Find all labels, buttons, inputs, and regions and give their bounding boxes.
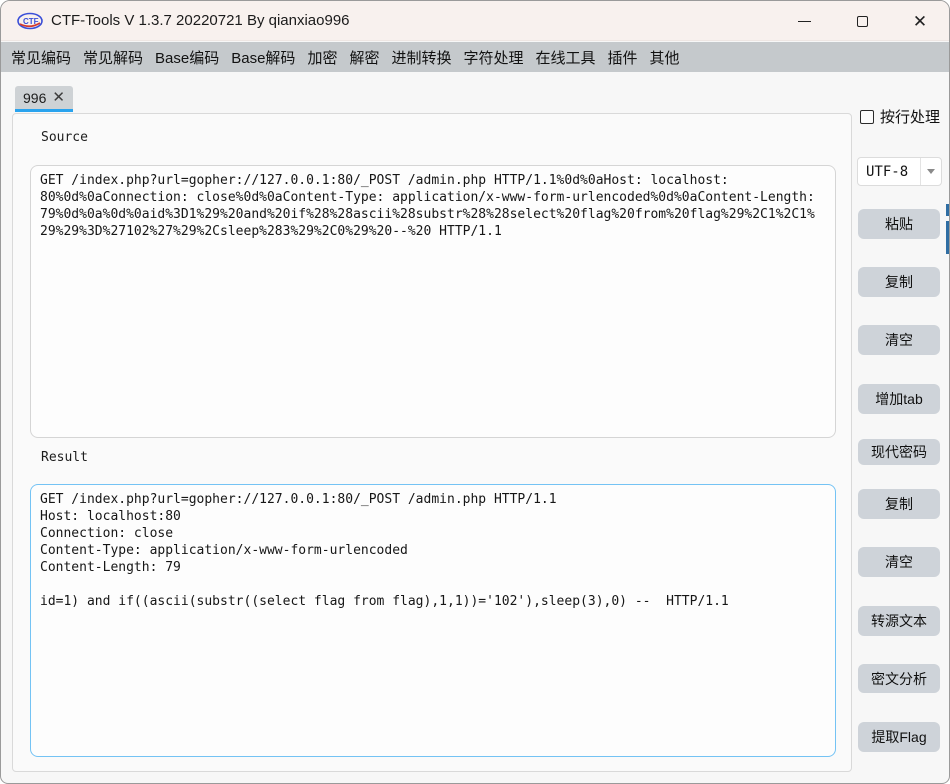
maximize-button[interactable] bbox=[833, 1, 891, 41]
menu-item-common-encoding[interactable]: 常见编码 bbox=[5, 43, 77, 72]
minimize-button[interactable] bbox=[775, 1, 833, 41]
window-title: CTF-Tools V 1.3.7 20220721 By qianxiao99… bbox=[51, 12, 350, 29]
extract-flag-button[interactable]: 提取Flag bbox=[858, 722, 940, 752]
line-mode-label: 按行处理 bbox=[880, 106, 940, 127]
tab-close-icon[interactable]: ✕ bbox=[52, 90, 65, 105]
app-logo-icon: CTF bbox=[17, 12, 43, 30]
clear-source-button[interactable]: 清空 bbox=[858, 325, 940, 355]
svg-text:CTF: CTF bbox=[23, 17, 39, 26]
result-textarea[interactable]: GET /index.php?url=gopher://127.0.0.1:80… bbox=[30, 484, 836, 757]
paste-button[interactable]: 粘贴 bbox=[858, 209, 940, 239]
menu-item-string-process[interactable]: 字符处理 bbox=[457, 43, 529, 72]
clear-result-button[interactable]: 清空 bbox=[858, 547, 940, 577]
result-label: Result bbox=[41, 450, 88, 465]
add-tab-button[interactable]: 增加tab bbox=[858, 384, 940, 414]
menu-item-base-decode[interactable]: Base解码 bbox=[225, 43, 301, 72]
menu-item-base-encode[interactable]: Base编码 bbox=[149, 43, 225, 72]
source-textarea[interactable]: GET /index.php?url=gopher://127.0.0.1:80… bbox=[30, 165, 836, 438]
maximize-icon bbox=[857, 16, 868, 27]
menu-item-online-tools[interactable]: 在线工具 bbox=[530, 43, 602, 72]
encoding-select[interactable]: UTF-8 bbox=[857, 157, 942, 186]
copy-source-button[interactable]: 复制 bbox=[858, 267, 940, 297]
background-window-fragment bbox=[946, 221, 950, 254]
menu-bar: 常见编码 常见解码 Base编码 Base解码 加密 解密 进制转换 字符处理 … bbox=[1, 42, 949, 72]
line-mode-checkbox[interactable] bbox=[860, 110, 874, 124]
title-bar: CTF CTF-Tools V 1.3.7 20220721 By qianxi… bbox=[1, 1, 949, 41]
menu-item-plugins[interactable]: 插件 bbox=[602, 43, 644, 72]
to-source-text-button[interactable]: 转源文本 bbox=[858, 606, 940, 636]
source-label: Source bbox=[41, 130, 88, 145]
menu-item-radix-convert[interactable]: 进制转换 bbox=[385, 43, 457, 72]
minimize-icon bbox=[798, 21, 811, 22]
copy-result-button[interactable]: 复制 bbox=[858, 489, 940, 519]
line-mode-row: 按行处理 bbox=[860, 106, 940, 127]
menu-item-encrypt[interactable]: 加密 bbox=[301, 43, 343, 72]
close-button[interactable]: ✕ bbox=[891, 1, 949, 41]
modern-crypto-button[interactable]: 现代密码 bbox=[858, 439, 940, 465]
ciphertext-analysis-button[interactable]: 密文分析 bbox=[858, 664, 940, 693]
tab-996[interactable]: 996 ✕ bbox=[15, 86, 73, 112]
encoding-dropdown-button[interactable] bbox=[920, 158, 941, 185]
background-window-fragment bbox=[946, 204, 950, 216]
menu-item-common-decoding[interactable]: 常见解码 bbox=[77, 43, 149, 72]
menu-item-decrypt[interactable]: 解密 bbox=[343, 43, 385, 72]
menu-item-others[interactable]: 其他 bbox=[644, 43, 686, 72]
close-icon: ✕ bbox=[913, 13, 927, 30]
tab-label: 996 bbox=[23, 90, 46, 106]
tab-page-panel: Source GET /index.php?url=gopher://127.0… bbox=[12, 113, 852, 772]
chevron-down-icon bbox=[927, 169, 935, 174]
app-window: CTF CTF-Tools V 1.3.7 20220721 By qianxi… bbox=[0, 0, 950, 784]
encoding-value: UTF-8 bbox=[858, 164, 920, 180]
